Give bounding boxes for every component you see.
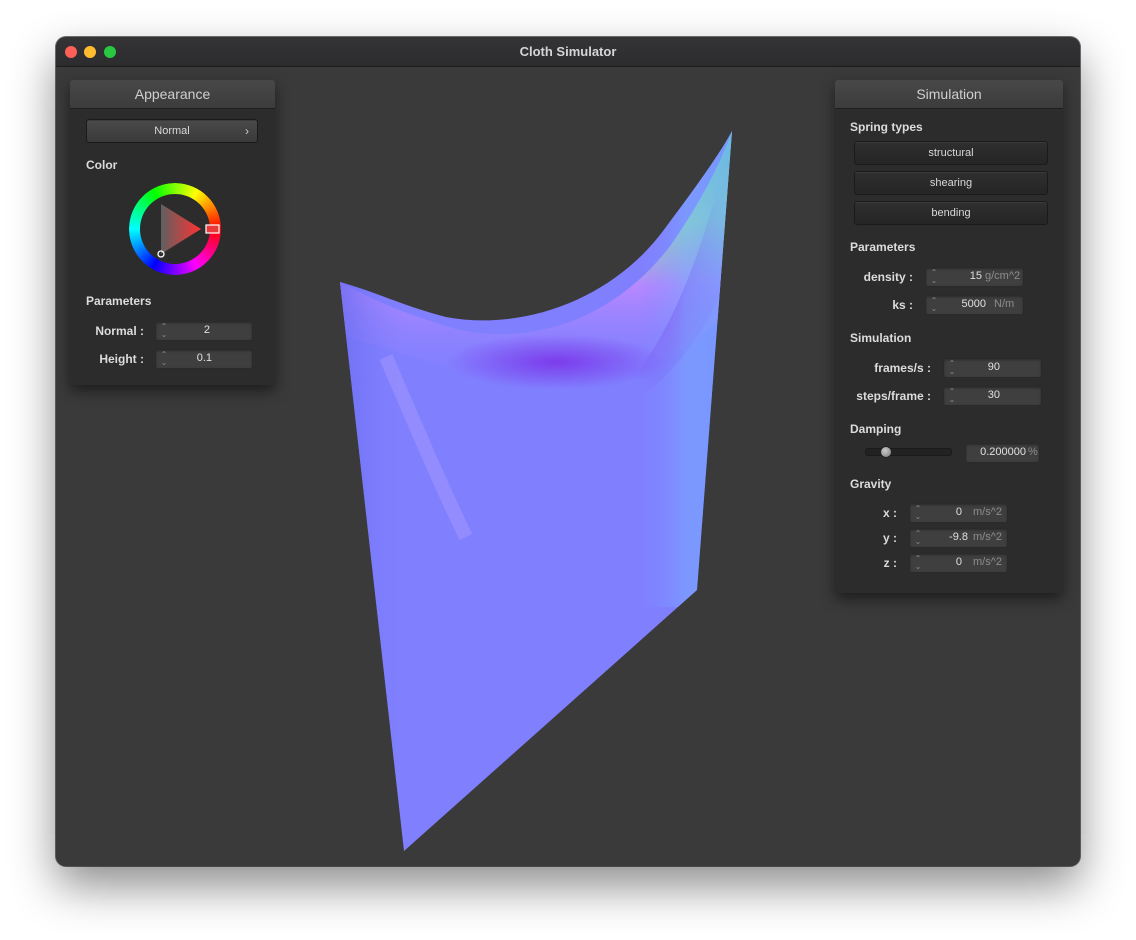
steps-value: 30 — [987, 389, 1000, 401]
app-window: Cloth Simulator Appearance Normal › Colo… — [56, 37, 1080, 866]
steps-input[interactable]: ⌃ ⌄ 30 — [943, 386, 1042, 406]
normal-label: Normal : — [95, 324, 144, 338]
gravity-y-unit: m/s^2 — [973, 531, 1002, 543]
height-input[interactable]: ⌃ ⌄ 0.1 — [155, 349, 253, 369]
spinner-icon[interactable]: ⌃ ⌄ — [160, 351, 168, 367]
gravity-z-input[interactable]: ⌃ ⌄ 0 m/s^2 — [909, 553, 1008, 573]
color-label: Color — [86, 158, 118, 172]
ks-input[interactable]: ⌃ ⌄ 5000 N/m — [925, 295, 1024, 315]
density-unit: g/cm^2 — [985, 270, 1021, 282]
fps-input[interactable]: ⌃ ⌄ 90 — [943, 358, 1042, 378]
density-value: 15 — [969, 270, 982, 282]
ks-label: ks : — [892, 298, 913, 312]
structural-toggle-button[interactable]: structural — [854, 141, 1048, 165]
gravity-x-label: x : — [882, 506, 897, 520]
density-input[interactable]: ⌃ ⌄ 15 g/cm^2 — [925, 267, 1024, 287]
spinner-icon[interactable]: ⌃ ⌄ — [914, 505, 922, 521]
ks-value: 5000 — [961, 298, 986, 310]
spinner-icon[interactable]: ⌃ ⌄ — [160, 323, 168, 339]
steps-label: steps/frame : — [856, 389, 931, 403]
shearing-toggle-button[interactable]: shearing — [854, 171, 1048, 195]
window-title: Cloth Simulator — [519, 44, 617, 59]
parameters-label: Parameters — [850, 240, 916, 254]
height-value: 0.1 — [196, 352, 212, 364]
hue-selector[interactable] — [205, 224, 220, 234]
gravity-y-input[interactable]: ⌃ ⌄ -9.8 m/s^2 — [909, 528, 1008, 548]
gravity-y-label: y : — [882, 531, 897, 545]
gravity-x-value: 0 — [955, 506, 962, 518]
spinner-icon[interactable]: ⌃ ⌄ — [948, 360, 956, 376]
gravity-z-unit: m/s^2 — [973, 556, 1002, 568]
gravity-x-unit: m/s^2 — [973, 506, 1002, 518]
spinner-icon[interactable]: ⌃ ⌄ — [930, 297, 938, 313]
damping-unit: % — [1028, 446, 1038, 458]
spinner-icon[interactable]: ⌃ ⌄ — [914, 530, 922, 546]
simulation-panel: Simulation Spring types structural shear… — [835, 80, 1063, 593]
fps-label: frames/s : — [874, 361, 931, 375]
damping-input[interactable]: 0.200000 % — [965, 443, 1040, 463]
simulation-panel-header[interactable]: Simulation — [835, 80, 1063, 109]
height-label: Height : — [99, 352, 144, 366]
gravity-label: Gravity — [850, 477, 892, 491]
damping-slider[interactable] — [865, 448, 952, 456]
spinner-icon[interactable]: ⌃ ⌄ — [948, 388, 956, 404]
gravity-z-label: z : — [883, 556, 897, 570]
gravity-x-input[interactable]: ⌃ ⌄ 0 m/s^2 — [909, 503, 1008, 523]
bending-toggle-button[interactable]: bending — [854, 201, 1048, 225]
normal-input[interactable]: ⌃ ⌄ 2 — [155, 321, 253, 341]
3d-viewport[interactable]: Appearance Normal › Color Parameters Nor… — [56, 67, 1080, 866]
appearance-panel: Appearance Normal › Color Parameters Nor… — [70, 80, 275, 385]
appearance-parameters-label: Parameters — [86, 294, 152, 308]
spinner-icon[interactable]: ⌃ ⌄ — [930, 269, 938, 285]
density-label: density : — [863, 270, 913, 284]
damping-label: Damping — [850, 422, 902, 436]
gravity-y-value: -9.8 — [949, 531, 968, 543]
spinner-icon[interactable]: ⌃ ⌄ — [914, 555, 922, 571]
simulation-label: Simulation — [850, 331, 912, 345]
fps-value: 90 — [987, 361, 1000, 373]
color-wheel[interactable] — [129, 183, 221, 275]
spring-types-label: Spring types — [850, 120, 923, 134]
title-bar: Cloth Simulator — [56, 37, 1080, 67]
damping-value: 0.200000 — [980, 446, 1026, 458]
damping-slider-knob[interactable] — [880, 446, 892, 458]
appearance-panel-header[interactable]: Appearance — [70, 80, 275, 109]
shader-dropdown[interactable]: Normal › — [86, 119, 258, 143]
chevron-right-icon: › — [245, 124, 249, 138]
shader-dropdown-label: Normal — [154, 125, 190, 137]
ks-unit: N/m — [994, 298, 1015, 310]
gravity-z-value: 0 — [955, 556, 962, 568]
normal-value: 2 — [203, 324, 210, 336]
